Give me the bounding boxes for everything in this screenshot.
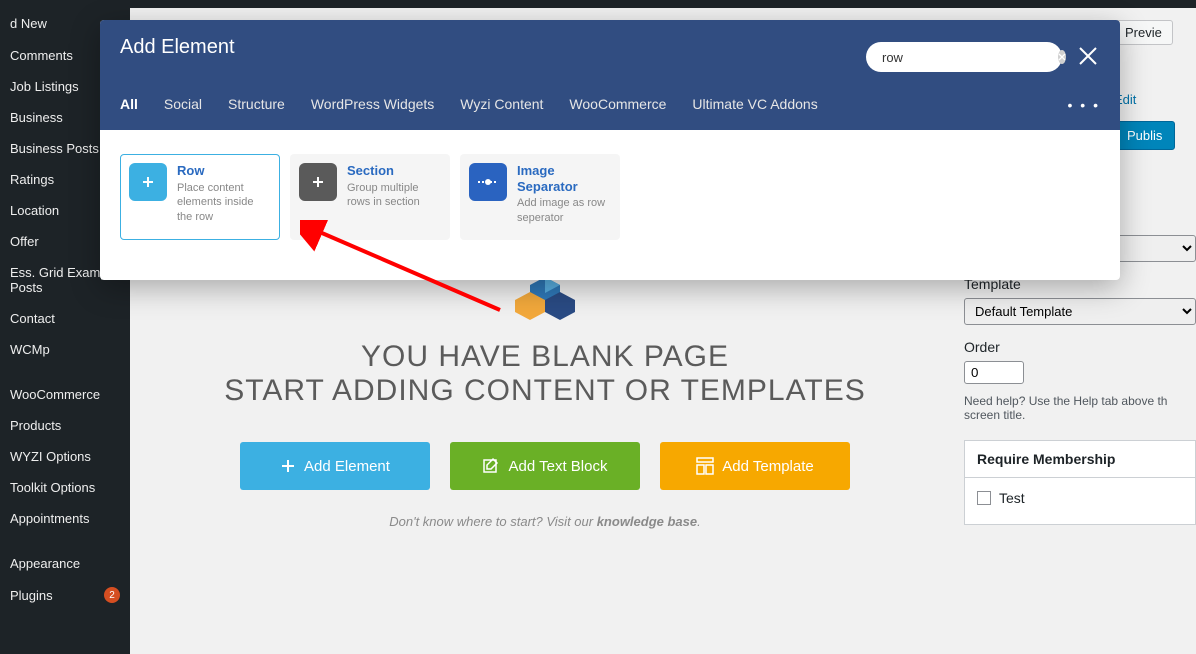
preview-button[interactable]: Previe xyxy=(1114,20,1173,45)
clear-search-icon[interactable] xyxy=(1058,50,1066,64)
add-text-block-button[interactable]: Add Text Block xyxy=(450,442,640,490)
sidebar-item-products[interactable]: Products xyxy=(0,410,130,441)
category-tabs: All Social Structure WordPress Widgets W… xyxy=(120,90,1100,130)
tab-ultimate-vc[interactable]: Ultimate VC Addons xyxy=(692,96,817,124)
sidebar-item-wcmp[interactable]: WCMp xyxy=(0,334,130,365)
plus-icon xyxy=(280,458,296,474)
sidebar-item-label: Plugins xyxy=(10,588,53,603)
checkbox-icon xyxy=(977,491,991,505)
tabs-more-icon[interactable]: • • • xyxy=(1068,97,1100,123)
button-label: Add Element xyxy=(304,458,390,475)
vc-logo-icon xyxy=(515,275,575,330)
element-desc: Place content elements inside the row xyxy=(177,181,271,226)
element-image-separator[interactable]: Image Separator Add image as row seperat… xyxy=(460,154,620,240)
sidebar-item-label: Toolkit Options xyxy=(10,480,95,495)
sidebar-item-label: d New xyxy=(10,16,47,31)
sidebar-item-label: Location xyxy=(10,203,59,218)
help-text: Need help? Use the Help tab above th scr… xyxy=(964,384,1196,422)
plus-icon xyxy=(129,163,167,201)
modal-header: Add Element All Social Structure WordPre… xyxy=(100,20,1120,130)
element-desc: Group multiple rows in section xyxy=(347,181,441,211)
sidebar-item-label: WooCommerce xyxy=(10,387,100,402)
sidebar-item-label: Business Posts xyxy=(10,141,99,156)
sidebar-item-label: Appointments xyxy=(10,511,90,526)
element-section[interactable]: Section Group multiple rows in section xyxy=(290,154,450,240)
tab-structure[interactable]: Structure xyxy=(228,96,285,124)
blank-heading-1: YOU HAVE BLANK PAGE xyxy=(160,340,930,374)
element-search[interactable] xyxy=(866,42,1062,72)
blank-heading-2: START ADDING CONTENT OR TEMPLATES xyxy=(160,374,930,408)
wp-admin-bar xyxy=(0,0,1196,8)
sidebar-item-label: Ratings xyxy=(10,172,54,187)
element-title: Image Separator xyxy=(517,163,611,194)
checkbox-label: Test xyxy=(999,490,1025,506)
element-row[interactable]: Row Place content elements inside the ro… xyxy=(120,154,280,240)
kb-prefix: Don't know where to start? Visit our xyxy=(389,514,596,529)
button-label: Add Text Block xyxy=(509,458,608,475)
knowledge-base-link[interactable]: knowledge base xyxy=(597,514,697,529)
close-modal-button[interactable] xyxy=(1076,44,1100,68)
sidebar-item-label: Business xyxy=(10,110,63,125)
membership-test-checkbox[interactable]: Test xyxy=(977,490,1025,512)
sidebar-item-appearance[interactable]: Appearance xyxy=(0,548,130,579)
publish-button[interactable]: Publis xyxy=(1114,121,1175,150)
element-title: Section xyxy=(347,163,441,179)
text-edit-icon xyxy=(483,457,501,475)
order-input[interactable] xyxy=(964,361,1024,384)
tab-wyzi-content[interactable]: Wyzi Content xyxy=(460,96,543,124)
template-icon xyxy=(696,457,714,475)
sidebar-item-label: WYZI Options xyxy=(10,449,91,464)
tab-social[interactable]: Social xyxy=(164,96,202,124)
separator-icon xyxy=(469,163,507,201)
close-icon xyxy=(1076,44,1100,68)
sidebar-item-label: Contact xyxy=(10,311,55,326)
sidebar-item-label: Offer xyxy=(10,234,39,249)
button-label: Add Template xyxy=(722,458,813,475)
sidebar-item-toolkit-options[interactable]: Toolkit Options xyxy=(0,472,130,503)
modal-body: Row Place content elements inside the ro… xyxy=(100,130,1120,280)
add-element-button[interactable]: Add Element xyxy=(240,442,430,490)
element-title: Row xyxy=(177,163,271,179)
template-select[interactable]: Default Template xyxy=(964,298,1196,325)
add-template-button[interactable]: Add Template xyxy=(660,442,850,490)
sidebar-item-label: Job Listings xyxy=(10,79,79,94)
tab-all[interactable]: All xyxy=(120,96,138,124)
tab-wp-widgets[interactable]: WordPress Widgets xyxy=(311,96,434,124)
tab-woocommerce[interactable]: WooCommerce xyxy=(569,96,666,124)
sidebar-item-woocommerce[interactable]: WooCommerce xyxy=(0,379,130,410)
knowledge-base-hint: Don't know where to start? Visit our kno… xyxy=(160,514,930,529)
search-input[interactable] xyxy=(882,50,1058,65)
sidebar-item-label: Products xyxy=(10,418,61,433)
sidebar-item-label: Appearance xyxy=(10,556,80,571)
plus-icon xyxy=(299,163,337,201)
vc-blank-page: YOU HAVE BLANK PAGE START ADDING CONTENT… xyxy=(160,275,930,529)
add-element-modal: Add Element All Social Structure WordPre… xyxy=(100,20,1120,280)
order-label: Order xyxy=(964,339,1196,361)
sidebar-item-appointments[interactable]: Appointments xyxy=(0,503,130,534)
kb-suffix: . xyxy=(697,514,701,529)
sidebar-item-wyzi-options[interactable]: WYZI Options xyxy=(0,441,130,472)
plugins-count-badge: 2 xyxy=(104,587,120,603)
sidebar-item-contact[interactable]: Contact xyxy=(0,303,130,334)
element-desc: Add image as row seperator xyxy=(517,196,611,226)
sidebar-item-label: Comments xyxy=(10,48,73,63)
require-membership-heading: Require Membership xyxy=(964,440,1196,477)
sidebar-item-plugins[interactable]: Plugins 2 xyxy=(0,579,130,611)
sidebar-item-label: WCMp xyxy=(10,342,50,357)
